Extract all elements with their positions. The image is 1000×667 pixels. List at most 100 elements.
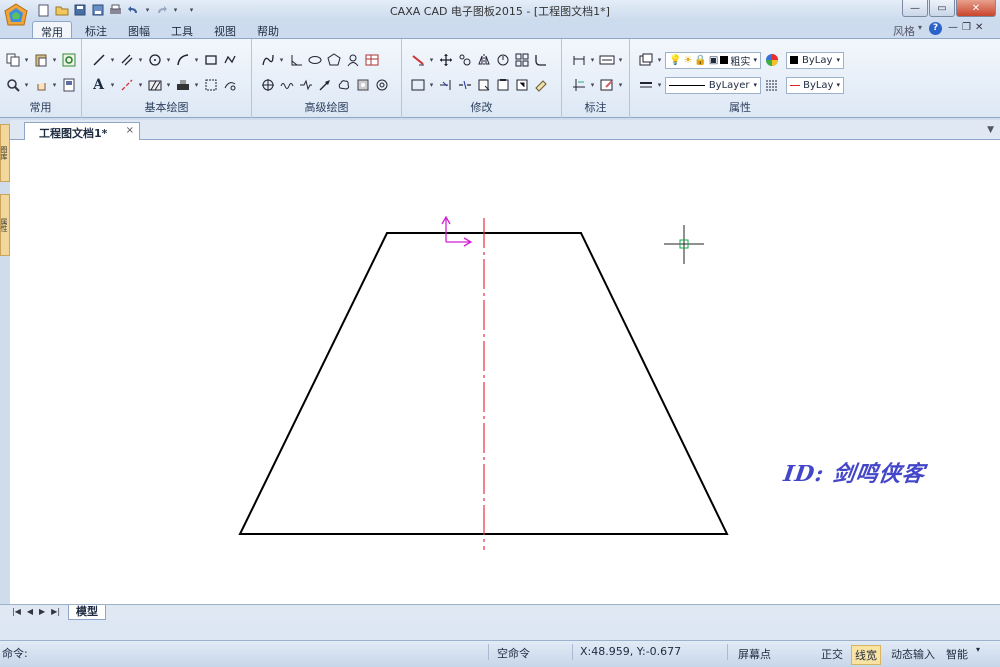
mirror-icon[interactable] (475, 52, 492, 69)
zoom-dropdown-icon[interactable]: ▾ (23, 81, 30, 89)
tab-tools[interactable]: 工具 (162, 21, 202, 38)
user-block-icon[interactable] (344, 52, 361, 69)
offset-icon[interactable] (494, 77, 511, 94)
select-dropdown-icon[interactable]: ▾ (428, 81, 435, 89)
angle-line-icon[interactable] (287, 52, 304, 69)
edit-dimension-icon[interactable] (598, 77, 615, 94)
stretch-icon[interactable] (475, 77, 492, 94)
hatch-icon[interactable] (146, 77, 163, 94)
circle-dropdown-icon[interactable]: ▾ (165, 56, 172, 64)
layer-manager-icon[interactable] (637, 52, 654, 69)
color-wheel-icon[interactable] (763, 52, 780, 69)
next-sheet-icon[interactable]: ▶ (39, 607, 45, 616)
parallel-dropdown-icon[interactable]: ▾ (137, 56, 144, 64)
sidebar-tab-library[interactable]: 图库 (0, 124, 10, 182)
move-icon[interactable] (437, 52, 454, 69)
trim-icon[interactable] (221, 77, 238, 94)
color-combo[interactable]: ByLay ▾ (786, 51, 844, 69)
text-icon[interactable]: A (90, 77, 107, 94)
circle-icon[interactable] (146, 52, 163, 69)
cloud-icon[interactable] (335, 77, 352, 94)
parallel-line-icon[interactable] (118, 52, 135, 69)
minimize-icon[interactable]: — (902, 0, 928, 17)
line-dropdown-icon[interactable]: ▾ (109, 56, 116, 64)
ellipse-icon[interactable] (306, 52, 323, 69)
document-close-icon[interactable]: × (126, 125, 134, 136)
first-sheet-icon[interactable]: |◀ (12, 607, 21, 616)
eraser-icon[interactable] (409, 52, 426, 69)
hole-icon[interactable] (259, 77, 276, 94)
layer-dropdown-icon[interactable]: ▾ (656, 56, 663, 64)
line-weight-icon[interactable] (637, 77, 654, 94)
layer-combo[interactable]: 💡 ☀ 🔒 ▣ 粗实 ▾ (665, 51, 761, 69)
arc-icon[interactable] (174, 52, 191, 69)
snap-mode-button[interactable]: 屏幕点 (735, 645, 774, 663)
doc-restore-icon[interactable]: ❐ (962, 22, 971, 33)
drawing-canvas[interactable] (10, 140, 1000, 604)
properties-icon[interactable] (60, 77, 77, 94)
paste-dropdown-icon[interactable]: ▾ (51, 56, 58, 64)
rectangle-icon[interactable] (202, 52, 219, 69)
copy-icon[interactable] (4, 52, 21, 69)
dimension-dropdown-icon[interactable]: ▾ (589, 56, 596, 64)
hatch-dropdown-icon[interactable]: ▾ (165, 81, 172, 89)
annotation-dropdown-icon[interactable]: ▾ (617, 56, 624, 64)
tab-view[interactable]: 视图 (205, 21, 245, 38)
style-dropdown-icon[interactable]: ▾ (918, 23, 922, 32)
last-sheet-icon[interactable]: ▶| (51, 607, 60, 616)
zoom-icon[interactable] (4, 77, 21, 94)
tab-dimension[interactable]: 标注 (76, 21, 116, 38)
style-selector[interactable]: 风格 (893, 23, 915, 39)
extend-icon[interactable] (437, 77, 454, 94)
dynamic-input-button[interactable]: 动态输入 (888, 645, 938, 663)
smart-snap-button[interactable]: 智能 (943, 645, 971, 663)
break-icon[interactable] (456, 77, 473, 94)
linetype-combo[interactable]: ByLayer ▾ (665, 76, 761, 94)
spline-dropdown-icon[interactable]: ▾ (278, 56, 285, 64)
line-weight-dropdown-icon[interactable]: ▾ (656, 81, 663, 89)
wave-line-icon[interactable] (278, 77, 295, 94)
fillet-icon[interactable] (532, 52, 549, 69)
line-icon[interactable] (90, 52, 107, 69)
linetype-scale-icon[interactable] (763, 77, 780, 94)
snap-dropdown-icon[interactable]: ▾ (976, 645, 980, 654)
polyline-icon[interactable] (221, 52, 238, 69)
polygon-icon[interactable] (325, 52, 342, 69)
linear-dimension-icon[interactable] (570, 52, 587, 69)
app-logo-icon[interactable] (2, 2, 30, 30)
document-list-dropdown-icon[interactable]: ▼ (987, 125, 994, 135)
coordinate-dropdown-icon[interactable]: ▾ (589, 81, 596, 89)
centerline-dropdown-icon[interactable]: ▾ (137, 81, 144, 89)
pan-icon[interactable] (32, 77, 49, 94)
edit-dropdown-icon[interactable]: ▾ (617, 81, 624, 89)
point-icon[interactable] (202, 77, 219, 94)
line-color-combo[interactable]: ByLay ▾ (786, 76, 844, 94)
doc-close-icon[interactable]: ✕ (975, 22, 983, 33)
prev-sheet-icon[interactable]: ◀ (27, 607, 33, 616)
scale-icon[interactable] (494, 52, 511, 69)
eraser-dropdown-icon[interactable]: ▾ (428, 56, 435, 64)
array-icon[interactable] (513, 52, 530, 69)
doc-minimize-icon[interactable]: — (948, 22, 958, 33)
command-prompt[interactable]: 命令: (2, 645, 28, 661)
table-icon[interactable] (363, 52, 380, 69)
maximize-icon[interactable]: ▭ (929, 0, 955, 17)
text-annotation-icon[interactable] (598, 52, 615, 69)
tab-common[interactable]: 常用 (32, 21, 72, 39)
model-tab[interactable]: 模型 (68, 605, 106, 620)
select-box-icon[interactable] (409, 77, 426, 94)
help-icon[interactable]: ? (929, 22, 942, 35)
break-line-icon[interactable] (297, 77, 314, 94)
spline-icon[interactable] (259, 52, 276, 69)
centerline-icon[interactable] (118, 77, 135, 94)
rotate-icon[interactable] (456, 52, 473, 69)
center-mark-icon[interactable] (373, 77, 390, 94)
line-width-button[interactable]: 线宽 (851, 645, 881, 665)
block-icon[interactable] (174, 77, 191, 94)
tab-help[interactable]: 帮助 (248, 21, 288, 38)
arrow-icon[interactable] (316, 77, 333, 94)
arc-dropdown-icon[interactable]: ▾ (193, 56, 200, 64)
copy-dropdown-icon[interactable]: ▾ (23, 56, 30, 64)
regenerate-icon[interactable] (60, 52, 77, 69)
close-icon[interactable]: ✕ (956, 0, 996, 17)
